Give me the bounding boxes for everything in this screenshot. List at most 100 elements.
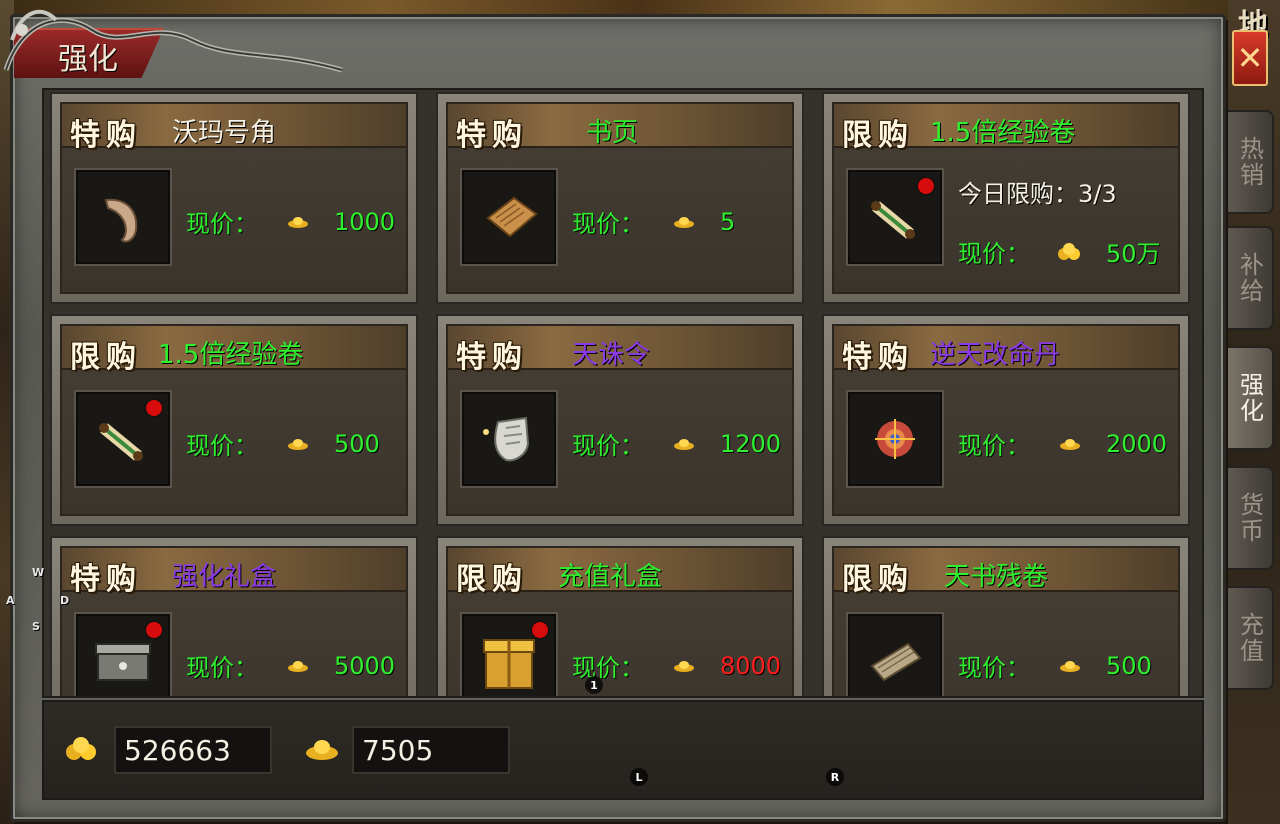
gold-ingot-icon: [662, 215, 706, 229]
gold-coins-icon: [1048, 242, 1092, 261]
item-slot[interactable]: [74, 390, 172, 488]
gold-ingot-icon: [276, 437, 320, 451]
limit-value: 3/3: [1078, 180, 1117, 208]
shop-item-card[interactable]: 限购 1.5倍经验卷 现价： 500: [50, 314, 418, 526]
price-row: 现价： 5000: [186, 648, 395, 683]
item-name: 1.5倍经验卷: [158, 340, 304, 370]
tab-currency[interactable]: 货币: [1228, 466, 1274, 570]
price-row: 现价： 500: [186, 426, 380, 461]
gold-ingots-balance: 7505: [352, 726, 510, 774]
price-row: 现价： 8000: [572, 648, 781, 683]
notification-badge: [146, 622, 162, 638]
item-slot[interactable]: [74, 612, 172, 696]
price-value: 5000: [334, 651, 396, 680]
shop-item-card[interactable]: 特购 沃玛号角 现价： 1000: [50, 92, 418, 304]
shop-item-card[interactable]: 限购 1.5倍经验卷 今日限购：3/3 现价： 50万: [822, 92, 1190, 304]
gold-ingot-icon: [662, 659, 706, 673]
window-title: 强化: [58, 42, 118, 77]
limit-label: 今日限购：: [958, 180, 1078, 208]
price-row: 现价： 2000: [958, 426, 1167, 461]
key-hint-s: S: [32, 620, 40, 633]
close-button[interactable]: ✕: [1232, 30, 1268, 86]
price-value: 1000: [334, 207, 396, 236]
key-hint-d: D: [60, 594, 70, 607]
item-tag: 特购: [70, 118, 142, 153]
item-tag: 特购: [456, 340, 528, 375]
key-hint-a: A: [6, 594, 15, 607]
price-value: 500: [334, 429, 380, 458]
key-hint-l: L: [630, 768, 648, 786]
shop-item-card[interactable]: 限购 充值礼盒 现价： 8000: [436, 536, 804, 696]
item-name: 天书残卷: [944, 562, 1049, 592]
item-tag: 特购: [456, 118, 528, 153]
shop-item-card[interactable]: 特购 逆天改命丹 现价： 2000: [822, 314, 1190, 526]
item-slot[interactable]: [74, 168, 172, 266]
item-name: 强化礼盒: [172, 562, 277, 592]
price-label: 现价：: [958, 654, 1030, 682]
price-row: 现价： 1200: [572, 426, 781, 461]
price-label: 现价：: [572, 432, 644, 460]
book-page-icon: [486, 196, 538, 238]
gold-ingot-icon: [276, 215, 320, 229]
tab-recharge[interactable]: 充值: [1228, 586, 1274, 690]
price-label: 现价：: [958, 432, 1030, 460]
gold-ingot-icon: [1048, 659, 1092, 673]
price-label: 现价：: [186, 210, 258, 238]
price-row: 现价： 5: [572, 204, 735, 239]
wallet-bar: 526663 7505: [42, 700, 1204, 800]
key-hint-r: R: [826, 768, 844, 786]
key-hint-w: W: [32, 566, 45, 579]
notification-badge: [146, 400, 162, 416]
notification-badge: [532, 622, 548, 638]
shop-item-card[interactable]: 特购 强化礼盒 现价： 5000: [50, 536, 418, 696]
item-name: 充值礼盒: [558, 562, 663, 592]
item-slot[interactable]: [460, 390, 558, 488]
price-label: 现价：: [186, 432, 258, 460]
item-slot[interactable]: [460, 612, 558, 696]
item-name: 沃玛号角: [172, 118, 277, 148]
item-name: 逆天改命丹: [930, 340, 1061, 370]
tab-supply[interactable]: 补给: [1228, 226, 1274, 330]
gold-ingot-icon: [276, 659, 320, 673]
item-name: 书页: [586, 118, 639, 148]
horn-icon: [104, 198, 138, 243]
price-value: 8000: [720, 651, 782, 680]
item-slot[interactable]: [846, 168, 944, 266]
item-tag: 限购: [70, 340, 142, 375]
gold-coins-icon: [66, 737, 96, 760]
price-value: 2000: [1106, 429, 1168, 458]
item-name: 天诛令: [572, 340, 651, 370]
key-hint-1: 1: [585, 676, 603, 694]
item-slot[interactable]: [846, 390, 944, 488]
tab-enhance[interactable]: 强化: [1228, 346, 1274, 450]
purchase-limit: 今日限购：3/3: [958, 174, 1117, 209]
price-row: 现价： 1000: [186, 204, 395, 239]
price-value: 5: [720, 207, 736, 236]
item-slot[interactable]: [846, 612, 944, 696]
elixir-flower-icon: [875, 419, 915, 459]
gold-coins-balance: 526663: [114, 726, 272, 774]
item-slot[interactable]: [460, 168, 558, 266]
price-value: 500: [1106, 651, 1152, 680]
price-row: 现价： 500: [958, 648, 1152, 683]
item-tag: 限购: [456, 562, 528, 597]
price-label: 现价：: [572, 210, 644, 238]
item-tag: 特购: [842, 340, 914, 375]
price-label: 现价：: [572, 654, 644, 682]
map-label: 地: [1238, 8, 1268, 43]
scroll-icon: [870, 642, 922, 682]
notification-badge: [918, 178, 934, 194]
shield-token-icon: [483, 416, 530, 462]
shop-item-card[interactable]: 特购 书页 现价： 5: [436, 92, 804, 304]
price-row: 现价： 50万: [958, 234, 1161, 269]
gold-ingot-icon: [662, 437, 706, 451]
tab-hot-sale[interactable]: 热销: [1228, 110, 1274, 214]
item-tag: 限购: [842, 562, 914, 597]
price-label: 现价：: [958, 240, 1030, 268]
price-value: 50万: [1106, 240, 1161, 268]
item-name: 1.5倍经验卷: [930, 118, 1076, 148]
shop-item-card[interactable]: 特购 天诛令 现价： 1200: [436, 314, 804, 526]
shop-item-card[interactable]: 限购 天书残卷 现价： 500: [822, 536, 1190, 696]
item-tag: 限购: [842, 118, 914, 153]
price-label: 现价：: [186, 654, 258, 682]
